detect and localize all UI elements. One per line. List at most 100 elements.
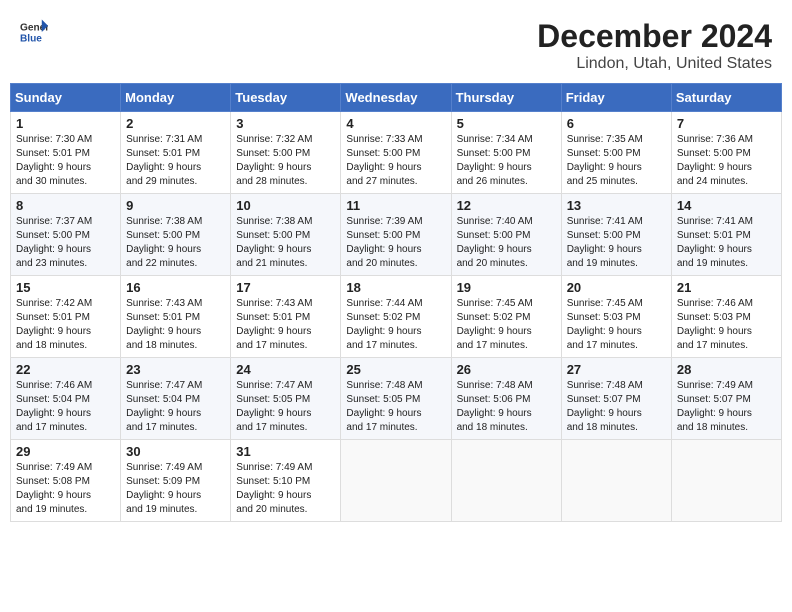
svg-text:Blue: Blue — [20, 33, 42, 44]
day-number: 27 — [567, 362, 666, 377]
day-number: 13 — [567, 198, 666, 213]
logo-icon: General Blue — [20, 18, 48, 46]
calendar-week-row: 15 Sunrise: 7:42 AM Sunset: 5:01 PM Dayli… — [11, 276, 782, 358]
day-number: 11 — [346, 198, 445, 213]
calendar-cell: 19Sunrise: 7:45 AM Sunset: 5:02 PM Dayli… — [451, 276, 561, 358]
day-info: Sunrise: 7:41 AM Sunset: 5:00 PM Dayligh… — [567, 215, 666, 271]
day-number: 8 — [16, 198, 115, 213]
day-info: Sunrise: 7:49 AM Sunset: 5:07 PM Dayligh… — [677, 379, 776, 435]
calendar-cell: 17 Sunrise: 7:43 AM Sunset: 5:01 PM Dayli… — [231, 276, 341, 358]
day-number: 7 — [677, 116, 776, 131]
calendar-cell: 25 Sunrise: 7:48 AM Sunset: 5:05 PM Dayli… — [341, 358, 451, 440]
day-info: Sunrise: 7:38 AM Sunset: 5:00 PM Dayligh… — [236, 215, 335, 271]
day-info: Sunrise: 7:41 AM Sunset: 5:01 PM Dayligh… — [677, 215, 776, 271]
day-number: 12 — [457, 198, 556, 213]
day-number: 2 — [126, 116, 225, 131]
day-number: 26 — [457, 362, 556, 377]
month-title: December 2024 — [537, 18, 772, 55]
day-number: 1 — [16, 116, 115, 131]
day-number: 15 — [16, 280, 115, 295]
calendar-cell: 13 Sunrise: 7:41 AM Sunset: 5:00 PM Dayli… — [561, 194, 671, 276]
day-info: Sunrise: 7:45 AM Sunset: 5:03 PM Dayligh… — [567, 297, 666, 353]
calendar-cell: 14Sunrise: 7:41 AM Sunset: 5:01 PM Dayli… — [671, 194, 781, 276]
title-area: December 2024 Lindon, Utah, United State… — [537, 18, 772, 73]
calendar-cell: 10 Sunrise: 7:38 AM Sunset: 5:00 PM Dayli… — [231, 194, 341, 276]
day-number: 5 — [457, 116, 556, 131]
day-number: 30 — [126, 444, 225, 459]
day-info: Sunrise: 7:47 AM Sunset: 5:05 PM Dayligh… — [236, 379, 335, 435]
calendar-cell: 23Sunrise: 7:47 AM Sunset: 5:04 PM Dayli… — [121, 358, 231, 440]
day-info: Sunrise: 7:39 AM Sunset: 5:00 PM Dayligh… — [346, 215, 445, 271]
day-info: Sunrise: 7:43 AM Sunset: 5:01 PM Dayligh… — [126, 297, 225, 353]
header-tuesday: Tuesday — [231, 84, 341, 112]
day-info: Sunrise: 7:48 AM Sunset: 5:07 PM Dayligh… — [567, 379, 666, 435]
header-thursday: Thursday — [451, 84, 561, 112]
day-number: 18 — [346, 280, 445, 295]
logo: General Blue — [20, 18, 48, 46]
day-info: Sunrise: 7:49 AM Sunset: 5:08 PM Dayligh… — [16, 461, 115, 517]
day-number: 9 — [126, 198, 225, 213]
day-number: 3 — [236, 116, 335, 131]
calendar-cell: 6Sunrise: 7:35 AM Sunset: 5:00 PM Daylig… — [561, 112, 671, 194]
day-number: 31 — [236, 444, 335, 459]
day-number: 19 — [457, 280, 556, 295]
calendar-cell: 26 Sunrise: 7:48 AM Sunset: 5:06 PM Dayli… — [451, 358, 561, 440]
calendar-cell: 29 Sunrise: 7:49 AM Sunset: 5:08 PM Dayli… — [11, 440, 121, 522]
calendar-cell: 1Sunrise: 7:30 AM Sunset: 5:01 PM Daylig… — [11, 112, 121, 194]
calendar-cell — [671, 440, 781, 522]
day-info: Sunrise: 7:34 AM Sunset: 5:00 PM Dayligh… — [457, 133, 556, 189]
calendar-cell: 3Sunrise: 7:32 AM Sunset: 5:00 PM Daylig… — [231, 112, 341, 194]
day-number: 4 — [346, 116, 445, 131]
calendar-cell — [451, 440, 561, 522]
calendar-cell: 27 Sunrise: 7:48 AM Sunset: 5:07 PM Dayli… — [561, 358, 671, 440]
day-info: Sunrise: 7:48 AM Sunset: 5:06 PM Dayligh… — [457, 379, 556, 435]
calendar-header-row: SundayMondayTuesdayWednesdayThursdayFrid… — [11, 84, 782, 112]
day-number: 16 — [126, 280, 225, 295]
day-info: Sunrise: 7:37 AM Sunset: 5:00 PM Dayligh… — [16, 215, 115, 271]
calendar-cell: 28 Sunrise: 7:49 AM Sunset: 5:07 PM Dayli… — [671, 358, 781, 440]
calendar-week-row: 29 Sunrise: 7:49 AM Sunset: 5:08 PM Dayli… — [11, 440, 782, 522]
day-number: 20 — [567, 280, 666, 295]
day-info: Sunrise: 7:42 AM Sunset: 5:01 PM Dayligh… — [16, 297, 115, 353]
day-number: 10 — [236, 198, 335, 213]
header-monday: Monday — [121, 84, 231, 112]
day-info: Sunrise: 7:49 AM Sunset: 5:10 PM Dayligh… — [236, 461, 335, 517]
calendar-cell: 4 Sunrise: 7:33 AM Sunset: 5:00 PM Daylig… — [341, 112, 451, 194]
calendar-cell: 24 Sunrise: 7:47 AM Sunset: 5:05 PM Dayli… — [231, 358, 341, 440]
calendar-cell: 30 Sunrise: 7:49 AM Sunset: 5:09 PM Dayli… — [121, 440, 231, 522]
header-saturday: Saturday — [671, 84, 781, 112]
header-wednesday: Wednesday — [341, 84, 451, 112]
day-info: Sunrise: 7:46 AM Sunset: 5:03 PM Dayligh… — [677, 297, 776, 353]
day-number: 24 — [236, 362, 335, 377]
day-info: Sunrise: 7:43 AM Sunset: 5:01 PM Dayligh… — [236, 297, 335, 353]
calendar-cell — [561, 440, 671, 522]
day-number: 25 — [346, 362, 445, 377]
calendar-cell: 7Sunrise: 7:36 AM Sunset: 5:00 PM Daylig… — [671, 112, 781, 194]
calendar-table: SundayMondayTuesdayWednesdayThursdayFrid… — [10, 83, 782, 522]
location-title: Lindon, Utah, United States — [537, 55, 772, 73]
calendar-cell: 2 Sunrise: 7:31 AM Sunset: 5:01 PM Daylig… — [121, 112, 231, 194]
day-info: Sunrise: 7:49 AM Sunset: 5:09 PM Dayligh… — [126, 461, 225, 517]
calendar-cell: 12 Sunrise: 7:40 AM Sunset: 5:00 PM Dayli… — [451, 194, 561, 276]
day-info: Sunrise: 7:31 AM Sunset: 5:01 PM Dayligh… — [126, 133, 225, 189]
header-sunday: Sunday — [11, 84, 121, 112]
day-number: 17 — [236, 280, 335, 295]
calendar-cell: 18 Sunrise: 7:44 AM Sunset: 5:02 PM Dayli… — [341, 276, 451, 358]
calendar-cell: 31 Sunrise: 7:49 AM Sunset: 5:10 PM Dayli… — [231, 440, 341, 522]
header-friday: Friday — [561, 84, 671, 112]
calendar-cell: 8 Sunrise: 7:37 AM Sunset: 5:00 PM Daylig… — [11, 194, 121, 276]
calendar-cell: 5 Sunrise: 7:34 AM Sunset: 5:00 PM Daylig… — [451, 112, 561, 194]
day-number: 21 — [677, 280, 776, 295]
day-number: 29 — [16, 444, 115, 459]
day-info: Sunrise: 7:48 AM Sunset: 5:05 PM Dayligh… — [346, 379, 445, 435]
header: General Blue December 2024 Lindon, Utah,… — [10, 10, 782, 79]
day-info: Sunrise: 7:46 AM Sunset: 5:04 PM Dayligh… — [16, 379, 115, 435]
day-info: Sunrise: 7:40 AM Sunset: 5:00 PM Dayligh… — [457, 215, 556, 271]
calendar-cell: 9Sunrise: 7:38 AM Sunset: 5:00 PM Daylig… — [121, 194, 231, 276]
calendar-week-row: 1Sunrise: 7:30 AM Sunset: 5:01 PM Daylig… — [11, 112, 782, 194]
day-info: Sunrise: 7:35 AM Sunset: 5:00 PM Dayligh… — [567, 133, 666, 189]
day-number: 28 — [677, 362, 776, 377]
day-info: Sunrise: 7:44 AM Sunset: 5:02 PM Dayligh… — [346, 297, 445, 353]
calendar-cell — [341, 440, 451, 522]
day-info: Sunrise: 7:33 AM Sunset: 5:00 PM Dayligh… — [346, 133, 445, 189]
